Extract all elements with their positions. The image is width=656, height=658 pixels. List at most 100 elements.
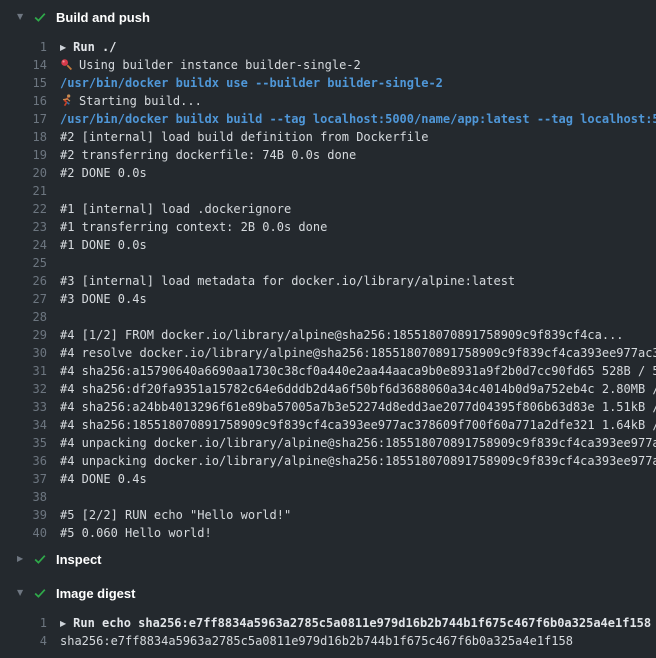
runner-icon (60, 94, 73, 107)
log-line: 35 #4 unpacking docker.io/library/alpine… (0, 434, 656, 452)
line-number[interactable]: 15 (0, 74, 47, 92)
log-line: 39 #5 [2/2] RUN echo "Hello world!" (0, 506, 656, 524)
line-number[interactable]: 38 (0, 488, 47, 506)
line-number[interactable]: 21 (0, 182, 47, 200)
line-text: #4 sha256:a15790640a6690aa1730c38cf0a440… (60, 364, 656, 378)
line-content: #1 DONE 0.0s (60, 236, 147, 254)
log-line: 17 /usr/bin/docker buildx build --tag lo… (0, 110, 656, 128)
log-line: 25 (0, 254, 656, 272)
line-content: #4 sha256:185518070891758909c9f839cf4ca3… (60, 416, 656, 434)
line-content: #4 unpacking docker.io/library/alpine@sh… (60, 434, 656, 452)
line-text: #1 [internal] load .dockerignore (60, 202, 291, 216)
log-line: 26 #3 [internal] load metadata for docke… (0, 272, 656, 290)
run-chevron-icon: ▶ (60, 39, 66, 56)
log-section: ▼ Build and push 1 ▶ Run ./ 14 Using buil… (0, 0, 656, 542)
line-number[interactable]: 18 (0, 128, 47, 146)
line-number[interactable]: 22 (0, 200, 47, 218)
line-content[interactable]: ▶ Run ./ (60, 38, 117, 56)
log-line: 18 #2 [internal] load build definition f… (0, 128, 656, 146)
section-header-inspect[interactable]: ▶ Inspect (0, 542, 656, 576)
log-lines: 1 ▶Run echo sha256:e7ff8834a5963a2785c5a… (0, 614, 656, 650)
log-line: 23 #1 transferring context: 2B 0.0s done (0, 218, 656, 236)
line-text: /usr/bin/docker buildx build --tag local… (60, 112, 656, 126)
line-number[interactable]: 27 (0, 290, 47, 308)
log-line: 21 (0, 182, 656, 200)
log-line: 24 #1 DONE 0.0s (0, 236, 656, 254)
log-line: 33 #4 sha256:a24bb4013296f61e89ba57005a7… (0, 398, 656, 416)
line-number[interactable]: 37 (0, 470, 47, 488)
line-number[interactable]: 28 (0, 308, 47, 326)
log-section: ▼ Image digest 1 ▶Run echo sha256:e7ff88… (0, 576, 656, 650)
run-chevron-icon: ▶ (60, 615, 66, 632)
section-header-image-digest[interactable]: ▼ Image digest (0, 576, 656, 610)
line-text: #4 DONE 0.4s (60, 472, 147, 486)
line-content: #4 sha256:a24bb4013296f61e89ba57005a7b3e… (60, 398, 656, 416)
line-number[interactable]: 24 (0, 236, 47, 254)
workflow-log-viewer: ▼ Build and push 1 ▶Run ./ 14 Using buil… (0, 0, 656, 650)
line-text: Run ./ (73, 40, 116, 54)
line-content: Starting build... (60, 92, 202, 110)
line-content: #4 sha256:df20fa9351a15782c64e6dddb2d4a6… (60, 380, 656, 398)
line-text: Using builder instance builder-single-2 (79, 58, 361, 72)
line-number[interactable]: 36 (0, 452, 47, 470)
line-number[interactable]: 16 (0, 92, 47, 110)
log-line: 22 #1 [internal] load .dockerignore (0, 200, 656, 218)
line-number[interactable]: 40 (0, 524, 47, 542)
line-number[interactable]: 34 (0, 416, 47, 434)
line-number[interactable]: 23 (0, 218, 47, 236)
log-line: 15 /usr/bin/docker buildx use --builder … (0, 74, 656, 92)
log-line: 37 #4 DONE 0.4s (0, 470, 656, 488)
line-content: #2 transferring dockerfile: 74B 0.0s don… (60, 146, 356, 164)
line-number[interactable]: 1 (0, 614, 47, 632)
line-text: #5 [2/2] RUN echo "Hello world!" (60, 508, 291, 522)
log-lines: 1 ▶ Run ./ 14 Using builder instance buil… (0, 38, 656, 542)
line-text: #4 sha256:a24bb4013296f61e89ba57005a7b3e… (60, 400, 656, 414)
line-number[interactable]: 19 (0, 146, 47, 164)
log-line: 34 #4 sha256:185518070891758909c9f839cf4… (0, 416, 656, 434)
line-number[interactable]: 33 (0, 398, 47, 416)
line-text: #3 DONE 0.4s (60, 292, 147, 306)
line-content: #3 DONE 0.4s (60, 290, 147, 308)
line-text: #4 sha256:185518070891758909c9f839cf4ca3… (60, 418, 656, 432)
line-text: #4 unpacking docker.io/library/alpine@sh… (60, 436, 656, 450)
line-number[interactable]: 32 (0, 380, 47, 398)
line-text: sha256:e7ff8834a5963a2785c5a0811e979d16b… (60, 634, 573, 648)
line-number[interactable]: 4 (0, 632, 47, 650)
line-number[interactable]: 26 (0, 272, 47, 290)
line-content: /usr/bin/docker buildx build --tag local… (60, 110, 656, 128)
log-line: 20 #2 DONE 0.0s (0, 164, 656, 182)
line-content: #3 [internal] load metadata for docker.i… (60, 272, 515, 290)
line-content: #5 0.060 Hello world! (60, 524, 212, 542)
section-header-build-and-push[interactable]: ▼ Build and push (0, 0, 656, 34)
line-number[interactable]: 25 (0, 254, 47, 272)
line-content[interactable]: ▶Run echo sha256:e7ff8834a5963a2785c5a08… (60, 614, 651, 632)
line-content: sha256:e7ff8834a5963a2785c5a0811e979d16b… (60, 632, 573, 650)
line-number[interactable]: 35 (0, 434, 47, 452)
line-number[interactable]: 14 (0, 56, 47, 74)
line-number[interactable]: 29 (0, 326, 47, 344)
line-number[interactable]: 39 (0, 506, 47, 524)
line-text: #2 DONE 0.0s (60, 166, 147, 180)
line-text: #1 DONE 0.0s (60, 238, 147, 252)
log-line: 40 #5 0.060 Hello world! (0, 524, 656, 542)
success-check-icon (33, 10, 47, 24)
line-text: #2 [internal] load build definition from… (60, 130, 428, 144)
line-text: #5 0.060 Hello world! (60, 526, 212, 540)
log-line: 32 #4 sha256:df20fa9351a15782c64e6dddb2d… (0, 380, 656, 398)
chevron-icon: ▶ (17, 550, 33, 568)
success-check-icon (33, 552, 47, 566)
chevron-icon: ▼ (17, 8, 33, 26)
line-number[interactable]: 30 (0, 344, 47, 362)
line-number[interactable]: 20 (0, 164, 47, 182)
line-content: #4 resolve docker.io/library/alpine@sha2… (60, 344, 656, 362)
log-line: 30 #4 resolve docker.io/library/alpine@s… (0, 344, 656, 362)
line-text: /usr/bin/docker buildx use --builder bui… (60, 76, 443, 90)
log-line: 29 #4 [1/2] FROM docker.io/library/alpin… (0, 326, 656, 344)
log-section: ▶ Inspect (0, 542, 656, 576)
line-number[interactable]: 31 (0, 362, 47, 380)
log-line: 36 #4 unpacking docker.io/library/alpine… (0, 452, 656, 470)
line-number[interactable]: 1 (0, 38, 47, 56)
line-text: Starting build... (79, 94, 202, 108)
log-line: 4 sha256:e7ff8834a5963a2785c5a0811e979d1… (0, 632, 656, 650)
line-number[interactable]: 17 (0, 110, 47, 128)
